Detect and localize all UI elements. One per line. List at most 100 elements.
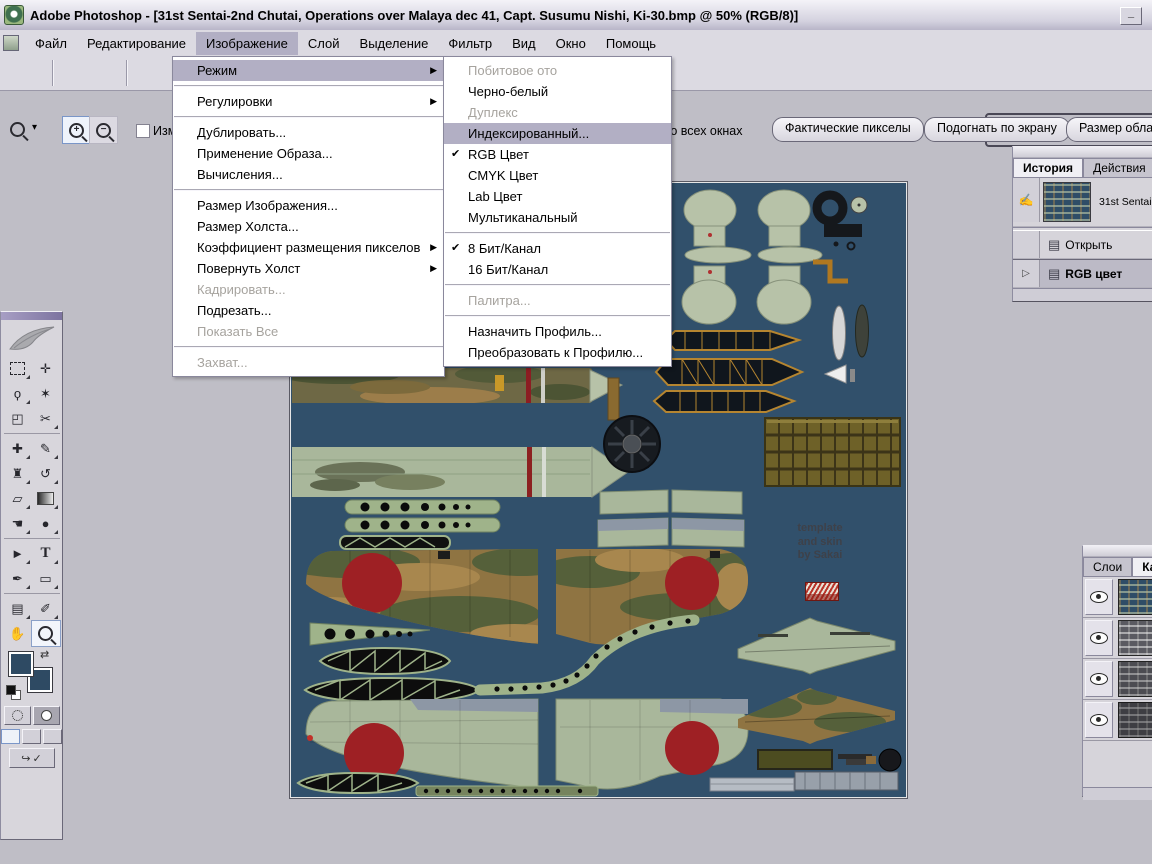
menu-item-lab-color[interactable]: Lab Цвет [444,186,671,207]
menu-item-convert-to-profile[interactable]: Преобразовать к Профилю... [444,342,671,363]
dodge-tool[interactable]: ● [32,511,60,536]
smudge-tool[interactable]: ☚ [4,511,32,536]
app-icon [4,5,24,25]
eyedropper-tool[interactable]: ✐ [32,596,60,621]
menu-edit[interactable]: Редактирование [77,32,196,55]
visibility-toggle[interactable] [1085,579,1113,615]
document-window-icon[interactable] [3,35,19,51]
menu-item-indexed-color[interactable]: Индексированный... [444,123,671,144]
zoom-tool[interactable] [30,620,61,647]
resize-windows-checkbox[interactable] [136,124,150,138]
rectangular-marquee-tool[interactable] [4,356,32,381]
menu-item-assign-profile[interactable]: Назначить Профиль... [444,321,671,342]
shape-tool[interactable]: ▭ [32,566,60,591]
tab-history[interactable]: История [1013,158,1084,177]
channel-row-red[interactable] [1083,618,1152,659]
menu-window[interactable]: Окно [546,32,596,55]
visibility-toggle[interactable] [1085,661,1113,697]
toolbox-title-bar[interactable] [1,312,62,320]
channels-palette-title-bar[interactable] [1083,546,1152,557]
history-state-open[interactable]: ▤ Открыть [1013,231,1152,259]
crop-tool[interactable]: ◰ [4,406,32,431]
menu-item-16-bits[interactable]: 16 Бит/Канал [444,259,671,280]
menu-item-rotate-canvas[interactable]: Повернуть Холст ▶ [173,258,444,279]
notes-tool[interactable]: ▤ [4,596,32,621]
healing-brush-tool[interactable]: ✚ [4,436,32,461]
menu-layer[interactable]: Слой [298,32,350,55]
menu-item-8-bits[interactable]: ✔ 8 Бит/Канал [444,238,671,259]
hand-tool[interactable]: ✋ [4,621,32,646]
menu-select[interactable]: Выделение [350,32,439,55]
clone-stamp-tool[interactable]: ♜ [4,461,32,486]
history-brush-tool[interactable]: ↺ [32,461,60,486]
history-palette-title-bar[interactable] [1013,147,1152,158]
menu-item-calculations[interactable]: Вычисления... [173,164,444,185]
history-state-rgb[interactable]: ▷ ▤ RGB цвет [1013,259,1152,288]
menu-item-trim[interactable]: Подрезать... [173,300,444,321]
quick-mask-mode-button[interactable] [32,706,60,725]
swap-colors-icon[interactable]: ⇄ [40,648,49,661]
menu-item-canvas-size[interactable]: Размер Холста... [173,216,444,237]
full-screen-menubar-mode-button[interactable] [22,729,41,744]
jump-to-imageready-button[interactable]: ↪ ✓ [8,748,55,768]
zoom-out-button[interactable]: − [89,116,118,144]
menu-item-duplicate[interactable]: Дублировать... [173,122,444,143]
lasso-tool[interactable]: ϙ [4,381,32,406]
visibility-toggle[interactable] [1085,620,1113,656]
channel-thumbnail-green[interactable] [1118,661,1152,697]
visibility-toggle[interactable] [1085,702,1113,738]
menu-item-cmyk-color[interactable]: CMYK Цвет [444,165,671,186]
print-size-button[interactable]: Размер области печати [1066,117,1152,142]
magic-wand-tool[interactable]: ✶ [32,381,60,406]
pen-tool[interactable]: ✒ [4,566,32,591]
channel-row-rgb[interactable] [1083,577,1152,618]
foreground-color-swatch[interactable] [8,651,34,677]
tool-preset-caret-icon[interactable]: ▾ [32,122,37,133]
actual-pixels-button[interactable]: Фактические пикселы [772,117,924,142]
eraser-tool[interactable]: ▱ [4,486,32,511]
path-selection-tool[interactable]: ► [4,541,32,566]
tab-actions[interactable]: Действия [1083,158,1152,177]
tab-channels[interactable]: Каналы [1132,557,1152,576]
menu-file[interactable]: Файл [25,32,77,55]
history-source-well[interactable] [1013,231,1040,258]
snapshot-brush-cell[interactable]: ✍ [1013,178,1040,222]
minimize-button[interactable]: _ [1120,7,1142,25]
gradient-tool[interactable] [32,486,60,511]
menu-help[interactable]: Помощь [596,32,666,55]
channel-thumbnail-red[interactable] [1118,620,1152,656]
zoom-in-button[interactable]: + [62,116,91,144]
type-tool[interactable]: T [32,541,60,566]
notes-icon: ▤ [11,600,24,616]
channel-row-green[interactable] [1083,659,1152,700]
zoom-tool-icon[interactable] [10,122,25,137]
menu-item-multichannel[interactable]: Мультиканальный [444,207,671,228]
toolbox-separator [3,538,60,539]
channel-thumbnail-blue[interactable] [1118,702,1152,738]
channel-thumbnail-rgb[interactable] [1118,579,1152,615]
standard-screen-mode-button[interactable] [1,729,20,744]
menu-item-mode[interactable]: Режим ▶ [173,60,444,81]
tab-layers[interactable]: Слои [1083,557,1133,576]
menu-filter[interactable]: Фильтр [438,32,502,55]
menu-item-rgb-color[interactable]: ✔ RGB Цвет [444,144,671,165]
snapshot-thumbnail[interactable] [1043,182,1091,222]
full-screen-mode-button[interactable] [43,729,62,744]
history-palette-footer [1013,288,1152,301]
brush-tool[interactable]: ✎ [32,436,60,461]
slice-tool[interactable]: ✂ [32,406,60,431]
move-tool[interactable]: ✛ [32,356,60,381]
menu-view[interactable]: Вид [502,32,546,55]
menu-item-pixel-aspect-ratio[interactable]: Коэффициент размещения пикселов ▶ [173,237,444,258]
default-colors-icon[interactable] [6,685,21,700]
fit-on-screen-button[interactable]: Подогнать по экрану [924,117,1070,142]
history-snapshot-row[interactable]: ✍ 31st Sentai-2 [1013,178,1152,227]
standard-mode-button[interactable] [3,706,31,725]
menu-item-image-size[interactable]: Размер Изображения... [173,195,444,216]
menu-image[interactable]: Изображение [196,31,298,55]
menu-item-apply-image[interactable]: Применение Образа... [173,143,444,164]
menu-item-adjustments[interactable]: Регулировки ▶ [173,91,444,112]
menu-item-grayscale[interactable]: Черно-белый [444,81,671,102]
channel-row-blue[interactable] [1083,700,1152,741]
history-source-well[interactable]: ▷ [1013,260,1040,287]
